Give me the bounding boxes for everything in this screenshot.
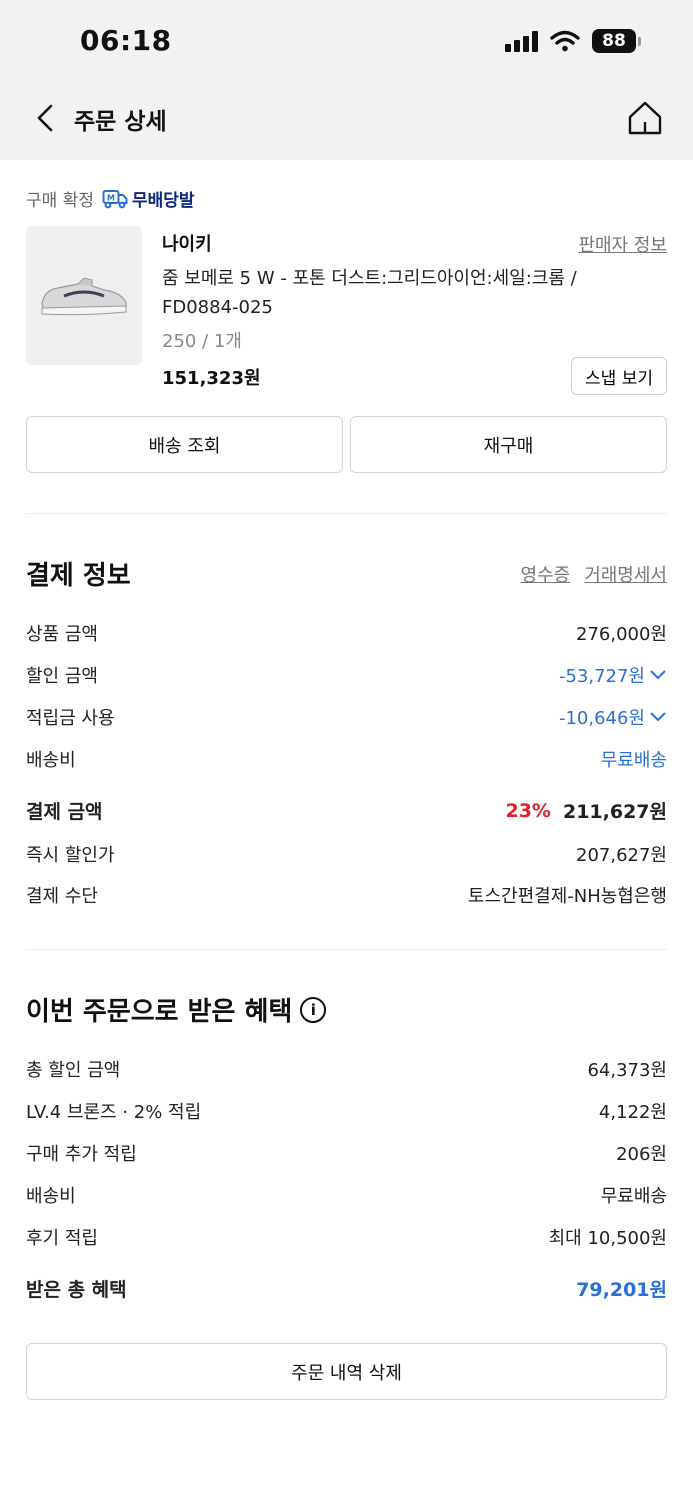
order-status: 구매 확정 M 무배당발: [26, 186, 195, 211]
snap-view-button[interactable]: 스냅 보기: [571, 357, 667, 395]
benefits-section-title: 이번 주문으로 받은 혜택 i: [26, 991, 327, 1028]
top-bar: 06:18 88 주문 상세: [0, 0, 693, 160]
svg-text:M: M: [107, 193, 115, 202]
benefit-row-label: LV.4 브론즈 · 2% 적립: [26, 1102, 202, 1123]
chevron-left-icon: [37, 104, 53, 132]
receipt-link[interactable]: 영수증: [521, 561, 571, 587]
payment-row: 배송비 무료배송: [26, 746, 667, 772]
payment-row-points[interactable]: 적립금 사용 -10,646원: [26, 704, 667, 730]
divider: [26, 949, 667, 950]
payment-total-label: 결제 금액: [26, 801, 103, 823]
instant-price-row: 즉시 할인가 207,627원: [26, 841, 667, 867]
benefit-row: 총 할인 금액 64,373원: [26, 1056, 667, 1082]
divider: [26, 513, 667, 514]
benefit-row-value: 64,373원: [587, 1060, 667, 1081]
product-price: 151,323원: [162, 368, 261, 389]
points-value[interactable]: -10,646원: [559, 704, 667, 730]
payment-row-label: 배송비: [26, 750, 76, 771]
status-icons: 88: [505, 26, 641, 56]
payment-row-value: -53,727원: [558, 666, 645, 687]
payment-row-discount[interactable]: 할인 금액 -53,727원: [26, 662, 667, 688]
payment-row-label: 상품 금액: [26, 624, 98, 645]
free-shipping-badge: M 무배당발: [102, 186, 195, 211]
status-time: 06:18: [80, 24, 172, 57]
payment-method-value: 토스간편결제-NH농협은행: [467, 886, 667, 907]
payment-total-value: 211,627원: [562, 801, 667, 823]
page-title: 주문 상세: [74, 109, 167, 135]
seller-info-link[interactable]: 판매자 정보: [578, 231, 667, 257]
benefit-total-value: 79,201원: [576, 1279, 667, 1301]
benefit-row-label: 총 할인 금액: [26, 1060, 121, 1081]
signal-icon: [505, 30, 538, 52]
free-shipping-label: 무배당발: [131, 191, 195, 211]
payment-method-label: 결제 수단: [26, 886, 98, 907]
payment-total-row: 결제 금액 23% 211,627원: [26, 797, 667, 824]
product-image[interactable]: [26, 226, 142, 365]
benefit-row-value: 무료배송: [600, 1186, 667, 1207]
benefit-row: LV.4 브론즈 · 2% 적립 4,122원: [26, 1098, 667, 1124]
payment-row-label: 적립금 사용: [26, 708, 115, 729]
benefit-row: 구매 추가 적립 206원: [26, 1140, 667, 1166]
benefit-row-label: 배송비: [26, 1186, 76, 1207]
delete-order-button[interactable]: 주문 내역 삭제: [26, 1343, 667, 1400]
product-name[interactable]: 줌 보메로 5 W - 포톤 더스트:그리드아이언:세일:크롬 / FD0884…: [162, 264, 632, 322]
track-delivery-button[interactable]: 배송 조회: [26, 416, 343, 473]
wifi-icon: [550, 30, 580, 52]
benefit-row-value: 최대 10,500원: [548, 1228, 667, 1249]
payment-row-value: 276,000원: [576, 624, 667, 645]
chevron-down-icon: [650, 712, 666, 722]
benefit-row-label: 후기 적립: [26, 1228, 98, 1249]
shipping-value: 무료배송: [600, 750, 667, 771]
truck-icon: M: [102, 189, 128, 208]
payment-total-value-group: 23% 211,627원: [505, 797, 667, 824]
benefit-total-row: 받은 총 혜택 79,201원: [26, 1275, 667, 1302]
benefit-row: 후기 적립 최대 10,500원: [26, 1224, 667, 1250]
benefit-total-label: 받은 총 혜택: [26, 1279, 127, 1301]
payment-method-row: 결제 수단 토스간편결제-NH농협은행: [26, 882, 667, 908]
back-button[interactable]: [30, 100, 60, 136]
product-option: 250 / 1개: [162, 331, 242, 352]
benefit-row: 배송비 무료배송: [26, 1182, 667, 1208]
home-icon: [628, 101, 662, 135]
payment-row-value: -10,646원: [558, 708, 645, 729]
chevron-down-icon: [650, 670, 666, 680]
order-status-label: 구매 확정: [26, 191, 94, 211]
battery-icon: 88: [592, 29, 641, 53]
payment-row: 상품 금액 276,000원: [26, 620, 667, 646]
home-button[interactable]: [625, 98, 665, 138]
benefit-row-value: 206원: [616, 1144, 667, 1165]
battery-level: 88: [592, 29, 636, 53]
info-icon[interactable]: i: [300, 996, 327, 1023]
payment-section-title: 결제 정보: [26, 561, 131, 591]
benefits-title-text: 이번 주문으로 받은 혜택: [26, 997, 293, 1027]
discount-percent: 23%: [505, 799, 551, 822]
payment-row-label: 할인 금액: [26, 666, 98, 687]
discount-value[interactable]: -53,727원: [559, 662, 667, 688]
product-brand: 나이키: [162, 234, 212, 255]
instant-price-label: 즉시 할인가: [26, 845, 115, 866]
instant-price-value: 207,627원: [576, 845, 667, 866]
statement-link[interactable]: 거래명세서: [584, 561, 667, 587]
reorder-button[interactable]: 재구매: [350, 416, 667, 473]
benefit-row-label: 구매 추가 적립: [26, 1144, 137, 1165]
sneaker-image: [41, 276, 127, 315]
benefit-row-value: 4,122원: [598, 1102, 667, 1123]
payment-links: 영수증 거래명세서: [521, 561, 668, 587]
